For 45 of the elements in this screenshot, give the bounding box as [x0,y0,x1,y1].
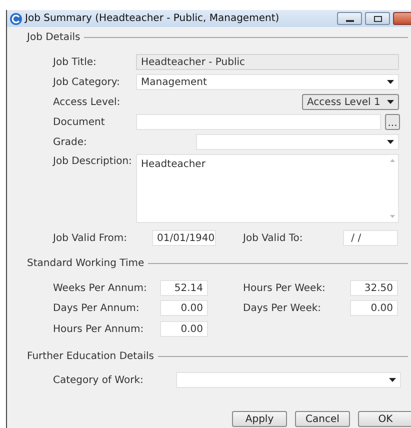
caret-icon [387,100,394,104]
caret-icon [389,378,396,382]
browse-button[interactable]: ... [385,114,400,130]
dropdown[interactable] [196,134,399,150]
input-field[interactable]: 0.00 [350,300,398,316]
section-title: Standard Working Time [27,256,144,270]
input-field[interactable]: / / [343,230,398,246]
section-title: Job Details [27,30,80,44]
field-label: Days Per Annum: [53,302,140,314]
field-label: Weeks Per Annum: [53,282,147,294]
dialog-button[interactable]: Cancel [295,411,350,427]
section-title: Further Education Details [27,350,154,364]
scroll-up-icon[interactable] [390,159,394,162]
field-label: Access Level: [53,96,120,108]
field-label: Job Title: [53,56,96,68]
input-field[interactable]: 01/01/1940 [152,230,216,246]
input-field[interactable]: 0.00 [160,300,208,316]
field-label: Hours Per Week: [243,282,326,294]
field-label: Document [53,116,105,128]
input-field[interactable]: 0.00 [160,321,208,337]
dropdown[interactable]: Access Level 1 [302,94,399,110]
caret-icon [387,80,394,84]
caret-icon [387,140,394,144]
maximize-button[interactable] [365,12,390,25]
field-label: Job Category: [53,76,120,88]
field-label: Days Per Week: [243,302,322,314]
input-field[interactable]: 52.14 [160,280,208,296]
minimize-button[interactable] [337,12,362,25]
field-label: Hours Per Annum: [53,324,144,334]
app-icon [10,12,22,24]
dropdown[interactable]: Management [136,74,399,90]
field-label: Job Valid To: [243,232,303,244]
input-field[interactable] [136,114,381,130]
field-label: Grade: [53,136,87,148]
close-button[interactable] [393,12,411,25]
dialog-button[interactable]: OK [358,411,411,427]
field-label: Job Valid From: [53,232,128,244]
field-label: Job Description: [53,156,132,167]
scroll-down-icon[interactable] [390,215,394,218]
input-field[interactable]: 32.50 [350,280,398,296]
dialog-button[interactable]: Apply [232,411,287,427]
text-area[interactable]: Headteacher [136,154,399,223]
window-title: Job Summary (Headteacher - Public, Management) [25,12,280,26]
field-label: Category of Work: [53,374,144,386]
dropdown[interactable] [176,372,401,388]
